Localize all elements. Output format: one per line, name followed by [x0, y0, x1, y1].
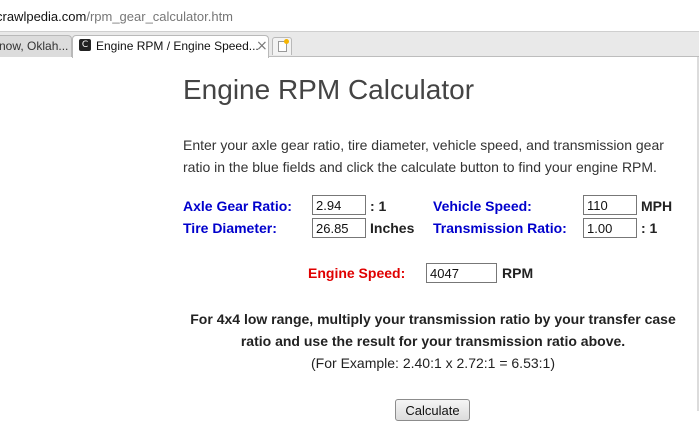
vehicle-speed-input[interactable] [583, 195, 637, 215]
engine-speed-output[interactable] [426, 263, 497, 283]
low-range-note-line2: ratio and use the result for your transm… [240, 333, 626, 349]
tab-background[interactable]: now, Oklah... [0, 35, 72, 57]
close-tab-icon[interactable]: × [256, 36, 268, 56]
page-title: Engine RPM Calculator [183, 74, 475, 105]
example-text: (For Example: 2.40:1 x 2.72:1 = 6.53:1) [311, 355, 555, 371]
new-tab-icon [278, 39, 289, 52]
tab-strip: now, Oklah... C Engine RPM / Engine Spee… [0, 32, 699, 58]
vehicle-speed-unit: MPH [641, 198, 673, 214]
transmission-ratio-label: Transmission Ratio: [433, 220, 567, 236]
tire-diameter-input[interactable] [312, 218, 366, 238]
calculate-button[interactable]: Calculate [395, 399, 470, 421]
new-tab-button[interactable] [272, 37, 292, 55]
url-path: /rpm_gear_calculator.htm [86, 9, 234, 24]
intro-text: Enter your axle gear ratio, tire diamete… [183, 137, 664, 175]
vehicle-speed-label: Vehicle Speed: [433, 198, 532, 214]
axle-gear-ratio-unit: : 1 [370, 198, 387, 214]
low-range-note-line1: For 4x4 low range, multiply your transmi… [190, 311, 676, 327]
url-host: crawlpedia.com [0, 9, 87, 24]
engine-speed-unit: RPM [502, 265, 534, 281]
transmission-ratio-input[interactable] [583, 218, 637, 238]
transmission-ratio-unit: : 1 [641, 220, 658, 236]
site-favicon-icon: C [79, 39, 91, 51]
tab-active[interactable]: C Engine RPM / Engine Speed... × [72, 35, 269, 58]
tab-label: now, Oklah... [0, 39, 69, 53]
engine-speed-label: Engine Speed: [308, 265, 406, 281]
axle-gear-ratio-label: Axle Gear Ratio: [183, 198, 292, 214]
tab-label: Engine RPM / Engine Speed... [96, 39, 259, 53]
tire-diameter-label: Tire Diameter: [183, 220, 277, 236]
axle-gear-ratio-input[interactable] [312, 195, 366, 215]
tire-diameter-unit: Inches [370, 220, 415, 236]
address-bar[interactable]: crawlpedia.com/rpm_gear_calculator.htm [0, 0, 699, 32]
url-text[interactable]: crawlpedia.com/rpm_gear_calculator.htm [0, 9, 233, 24]
